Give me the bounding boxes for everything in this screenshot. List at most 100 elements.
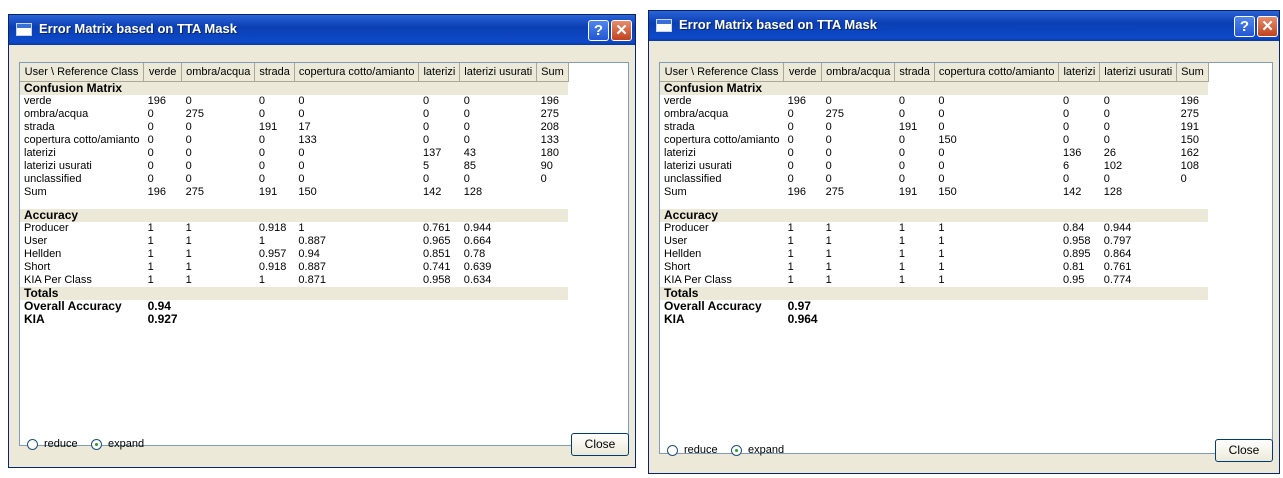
table-cell: 0	[787, 121, 794, 133]
table-row[interactable]: laterizi 0 0 0 0 137 43 180	[20, 147, 568, 160]
matrix-panel[interactable]: User \ Reference Class verde ombra/acqua…	[659, 62, 1273, 454]
table-cell: 26	[1103, 147, 1117, 159]
table-row[interactable]: Overall Accuracy 0.94	[20, 300, 568, 313]
help-button[interactable]: ?	[1234, 16, 1255, 37]
table-cell: 275	[540, 108, 559, 120]
column-header[interactable]: copertura cotto/amianto	[934, 63, 1060, 82]
column-header[interactable]: laterizi	[1058, 63, 1101, 82]
table-row[interactable]: ombra/acqua 0 275 0 0 0 0 275	[20, 108, 568, 121]
table-row[interactable]: verde 196 0 0 0 0 0 196	[660, 95, 1208, 108]
table-row[interactable]: KIA Per Class 1 1 1 1 0.95 0.774	[660, 274, 1208, 287]
table-row[interactable]: Short 1 1 1 1 0.81 0.761	[660, 261, 1208, 274]
column-header[interactable]: strada	[254, 63, 295, 82]
table-row[interactable]: copertura cotto/amianto 0 0 0 150 0 0 150	[660, 134, 1208, 147]
column-header[interactable]: User \ Reference Class	[660, 63, 785, 82]
table-cell: 0	[185, 147, 192, 159]
radio-circle-icon[interactable]	[27, 438, 38, 450]
close-window-button[interactable]: ✕	[611, 20, 632, 41]
table-cell	[1177, 222, 1209, 235]
table-cell: 0	[787, 134, 794, 146]
spacer-cell	[660, 199, 1208, 209]
table-row[interactable]: laterizi usurati 0 0 0 0 6 102 108	[660, 160, 1208, 173]
table-cell: 0	[422, 134, 430, 146]
table-cell: 0	[185, 95, 192, 107]
table-cell: 0.871	[298, 274, 326, 286]
window-icon	[656, 19, 672, 32]
table-row[interactable]: Sum 196 275 191 150 142 128	[20, 186, 568, 199]
table-cell: 1	[787, 235, 794, 247]
help-button[interactable]: ?	[588, 20, 609, 41]
column-header[interactable]: laterizi usurati	[459, 63, 538, 82]
table-row[interactable]: Short 1 1 0.918 0.887 0.741 0.639	[20, 261, 568, 274]
table-row[interactable]: copertura cotto/amianto 0 0 0 133 0 0 133	[20, 134, 568, 147]
table-cell: 191	[1180, 121, 1199, 133]
column-header[interactable]: copertura cotto/amianto	[294, 63, 420, 82]
table-cell: 1	[898, 261, 905, 273]
table-cell: 0.887	[298, 261, 326, 273]
column-header[interactable]: strada	[894, 63, 935, 82]
radio-circle-icon[interactable]	[667, 444, 678, 456]
table-row[interactable]: laterizi 0 0 0 0 136 26 162	[660, 147, 1208, 160]
radio-selected-icon[interactable]	[731, 444, 742, 456]
table-row[interactable]: verde 196 0 0 0 0 0 196	[20, 95, 568, 108]
table-cell: 0	[422, 121, 430, 133]
table-row[interactable]: Producer 1 1 0.918 1 0.761 0.944	[20, 222, 568, 235]
table-cell: 0.664	[463, 235, 492, 247]
row-label: copertura cotto/amianto	[664, 134, 780, 146]
table-row[interactable]: laterizi usurati 0 0 0 0 5 85 90	[20, 160, 568, 173]
table-row[interactable]: Sum 196 275 191 150 142 128	[660, 186, 1208, 199]
table-cell: 128	[1103, 186, 1123, 198]
table-row[interactable]: KIA Per Class 1 1 1 0.871 0.958 0.634	[20, 274, 568, 287]
bottom-bar: reduce expand Close	[659, 439, 1273, 463]
title-bar[interactable]: Error Matrix based on TTA Mask ? ✕	[9, 15, 635, 45]
table-cell: 275	[185, 108, 204, 120]
window-title: Error Matrix based on TTA Mask	[39, 21, 237, 36]
table-cell: 0.774	[1103, 274, 1132, 286]
table-cell: 275	[825, 186, 844, 198]
close-window-button[interactable]: ✕	[1257, 16, 1278, 37]
section-title: Confusion Matrix	[660, 81, 1209, 95]
table-cell: 1	[787, 248, 794, 260]
table-row[interactable]: strada 0 0 191 0 0 0 191	[660, 121, 1208, 134]
column-header[interactable]: Sum	[536, 63, 569, 82]
table-row[interactable]: User 1 1 1 0.887 0.965 0.664	[20, 235, 568, 248]
expand-radio[interactable]: expand	[731, 444, 784, 456]
table-row[interactable]: unclassified 0 0 0 0 0 0 0	[20, 173, 568, 186]
column-header[interactable]: Sum	[1176, 63, 1209, 82]
column-header[interactable]: ombra/acqua	[821, 63, 896, 82]
table-cell: 0	[298, 147, 305, 159]
table-cell: 0	[938, 147, 945, 159]
title-bar[interactable]: Error Matrix based on TTA Mask ? ✕	[649, 11, 1279, 41]
table-row[interactable]: User 1 1 1 1 0.958 0.797	[660, 235, 1208, 248]
column-header[interactable]: verde	[783, 63, 823, 82]
section-header: Confusion Matrix	[20, 81, 569, 95]
column-header[interactable]: User \ Reference Class	[20, 63, 145, 82]
window-icon	[16, 23, 32, 36]
section-title: Confusion Matrix	[20, 81, 569, 95]
table-row[interactable]: ombra/acqua 0 275 0 0 0 0 275	[660, 108, 1208, 121]
column-header[interactable]: ombra/acqua	[181, 63, 256, 82]
table-row[interactable]: KIA 0.927	[20, 313, 568, 326]
column-header[interactable]: verde	[143, 63, 183, 82]
expand-radio[interactable]: expand	[91, 438, 144, 450]
table-cell: 1	[787, 274, 794, 286]
column-header[interactable]: laterizi	[418, 63, 461, 82]
table-row[interactable]: strada 0 0 191 17 0 0 208	[20, 121, 568, 134]
close-button[interactable]: Close	[1215, 439, 1273, 462]
table-row[interactable]: Producer 1 1 1 1 0.84 0.944	[660, 222, 1208, 235]
close-button[interactable]: Close	[571, 433, 629, 456]
table-cell: 0	[938, 95, 945, 107]
table-cell: 0	[1103, 173, 1110, 185]
radio-selected-icon[interactable]	[91, 438, 102, 450]
table-row[interactable]: Hellden 1 1 1 1 0.895 0.864	[660, 248, 1208, 261]
table-row[interactable]: unclassified 0 0 0 0 0 0 0	[660, 173, 1208, 186]
table-cell: 136	[1062, 147, 1082, 159]
reduce-radio[interactable]: reduce	[27, 438, 78, 450]
table-row[interactable]: Overall Accuracy 0.97	[660, 300, 1208, 313]
table-cell: 17	[298, 121, 311, 133]
table-row[interactable]: KIA 0.964	[660, 313, 1208, 326]
column-header[interactable]: laterizi usurati	[1099, 63, 1178, 82]
table-row[interactable]: Hellden 1 1 0.957 0.94 0.851 0.78	[20, 248, 568, 261]
matrix-panel[interactable]: User \ Reference Class verde ombra/acqua…	[19, 62, 629, 446]
reduce-radio[interactable]: reduce	[667, 444, 718, 456]
